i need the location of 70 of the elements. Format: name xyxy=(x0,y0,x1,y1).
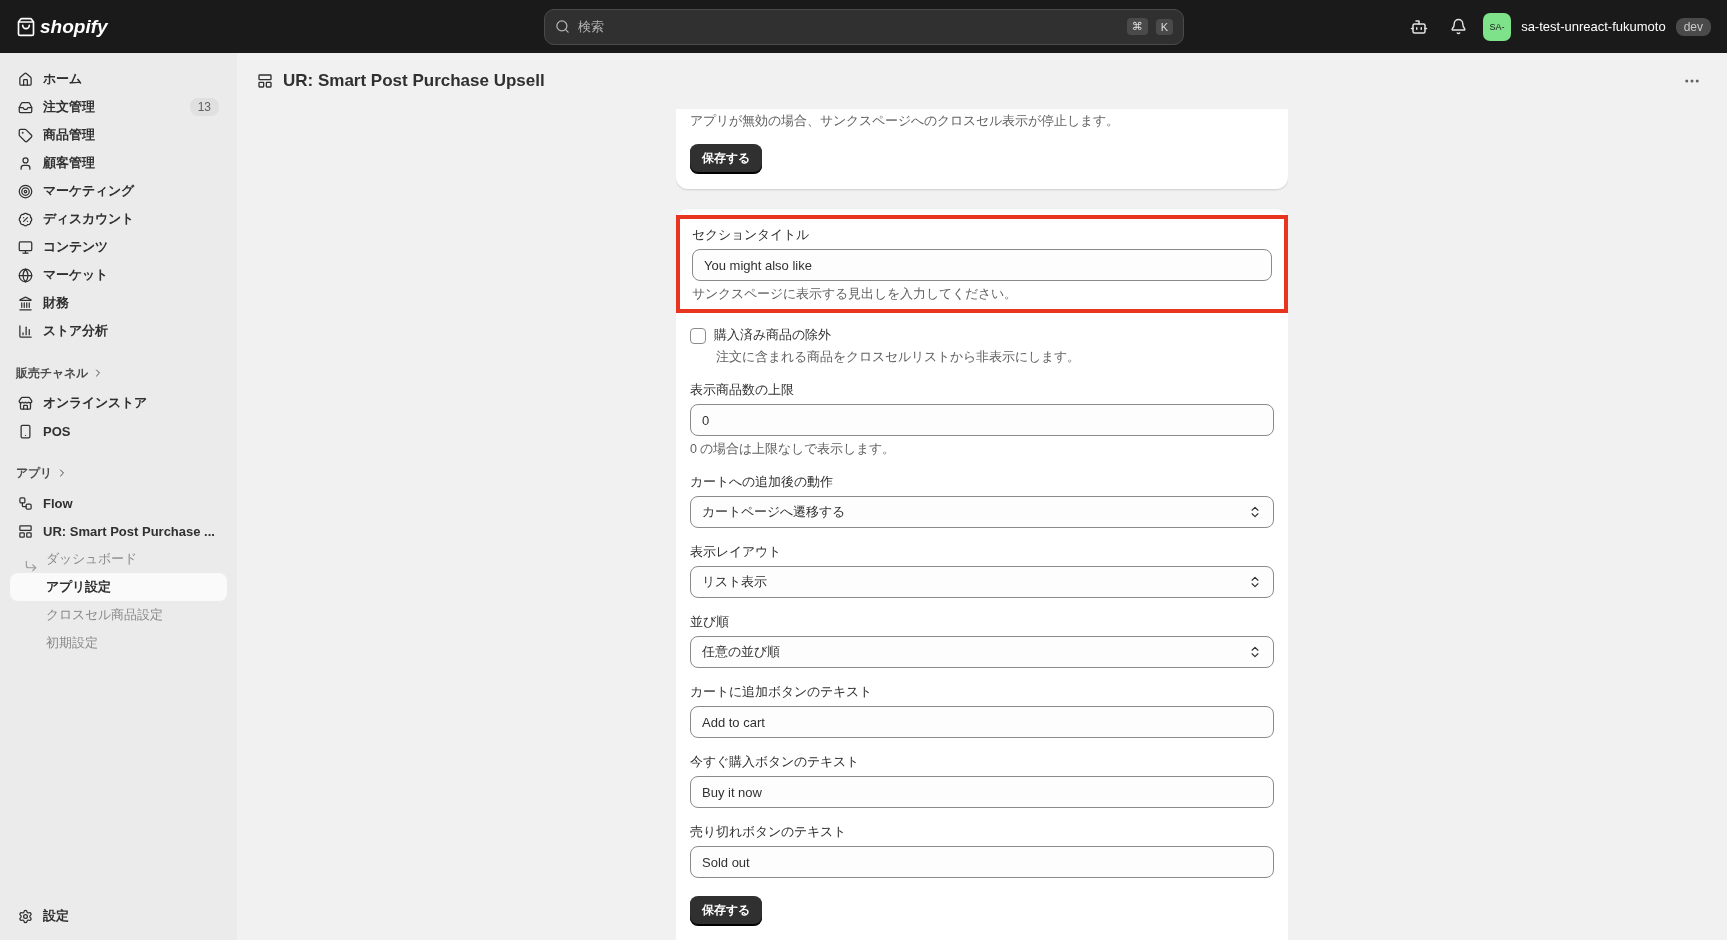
nav-item[interactable]: コンテンツ xyxy=(10,233,227,261)
monitor-icon xyxy=(18,239,33,255)
save-button[interactable]: 保存する xyxy=(690,896,762,925)
field-label: 並び順 xyxy=(690,614,730,631)
nav-item[interactable]: 注文管理 13 xyxy=(10,93,227,121)
nav-item[interactable]: 設定 xyxy=(10,902,227,930)
search-icon xyxy=(555,19,570,34)
checkbox[interactable] xyxy=(690,327,706,344)
select-field[interactable]: 任意の並び順 xyxy=(690,636,1274,668)
section-heading[interactable]: 販売チャネル xyxy=(10,363,227,383)
checkbox-label: 購入済み商品の除外 xyxy=(714,327,831,344)
text-input[interactable]: You might also like xyxy=(692,249,1272,281)
text-input[interactable]: Sold out xyxy=(690,846,1274,878)
field-label: セクションタイトル xyxy=(692,227,810,244)
shopify-logo[interactable]: shopify xyxy=(16,15,544,38)
nav-item[interactable]: マーケット xyxy=(10,261,227,289)
text-input[interactable]: Buy it now xyxy=(690,776,1274,808)
home-icon xyxy=(18,71,33,87)
nav-item[interactable]: ディスカウント xyxy=(10,205,227,233)
target-icon xyxy=(18,183,33,199)
select-field[interactable]: リスト表示 xyxy=(690,566,1274,598)
nav-item[interactable]: 顧客管理 xyxy=(10,149,227,177)
text-input[interactable]: 0 xyxy=(690,404,1274,436)
nav-item[interactable]: 商品管理 xyxy=(10,121,227,149)
dev-badge: dev xyxy=(1675,17,1711,36)
nav-item[interactable]: オンラインストア xyxy=(10,389,227,417)
nav-item[interactable]: UR: Smart Post Purchase ... xyxy=(10,517,227,545)
tree-connector-icon xyxy=(24,559,38,573)
app-window-icon xyxy=(18,523,33,539)
workflow-icon xyxy=(18,495,33,511)
nav-item[interactable]: 財務 xyxy=(10,289,227,317)
nav-item[interactable]: マーケティング xyxy=(10,177,227,205)
phone-icon xyxy=(18,423,33,439)
help-text: 注文に含まれる商品をクロスセルリストから非表示にします。 xyxy=(715,349,1081,366)
bag-icon xyxy=(16,16,36,37)
settings-icon xyxy=(18,908,33,924)
nav-item[interactable]: ホーム xyxy=(10,65,227,93)
store-avatar[interactable]: SA- xyxy=(1483,12,1512,41)
nav-item[interactable]: Flow xyxy=(10,489,227,517)
save-button[interactable]: 保存する xyxy=(690,144,762,173)
nav-item[interactable]: ストア分析 xyxy=(10,317,227,345)
search-field[interactable]: 検索 ⌘ K xyxy=(544,8,1184,45)
app-window-icon xyxy=(257,73,273,89)
field-label: 表示商品数の上限 xyxy=(690,382,795,399)
page-title: UR: Smart Post Purchase Upsell xyxy=(283,71,545,91)
field-label: 売り切れボタンのテキスト xyxy=(690,824,847,841)
percent-badge-icon xyxy=(18,211,33,227)
bank-icon xyxy=(18,295,33,311)
field-label: 今すぐ購入ボタンのテキスト xyxy=(690,754,860,771)
shortcut-key: ⌘ xyxy=(1126,18,1148,35)
select-field[interactable]: カートページへ遷移する xyxy=(690,496,1274,528)
field-label: カートに追加ボタンのテキスト xyxy=(690,684,873,701)
help-text: 0 の場合は上限なしで表示します。 xyxy=(690,441,897,458)
inbox-icon xyxy=(18,99,33,115)
card-description: アプリが無効の場合、サンクスページへのクロスセル表示が停止します。 xyxy=(690,113,1120,130)
tag-icon xyxy=(18,127,33,143)
store-name[interactable]: sa-test-unreact-fukumoto xyxy=(1521,19,1666,34)
field-label: カートへの追加後の動作 xyxy=(690,474,834,491)
globe-icon xyxy=(18,267,33,283)
nav-item[interactable]: POS xyxy=(10,417,227,445)
help-text: サンクスページに表示する見出しを入力してください。 xyxy=(692,286,1018,303)
store-icon xyxy=(18,395,33,411)
up-down-chevron-icon xyxy=(1248,505,1262,519)
section-heading[interactable]: アプリ xyxy=(10,463,227,483)
shortcut-key: K xyxy=(1155,18,1173,35)
count-badge: 13 xyxy=(189,98,219,116)
bar-chart-icon xyxy=(18,323,33,339)
field-label: 表示レイアウト xyxy=(690,544,782,561)
text-input[interactable]: Add to cart xyxy=(690,706,1274,738)
person-icon xyxy=(18,155,33,171)
